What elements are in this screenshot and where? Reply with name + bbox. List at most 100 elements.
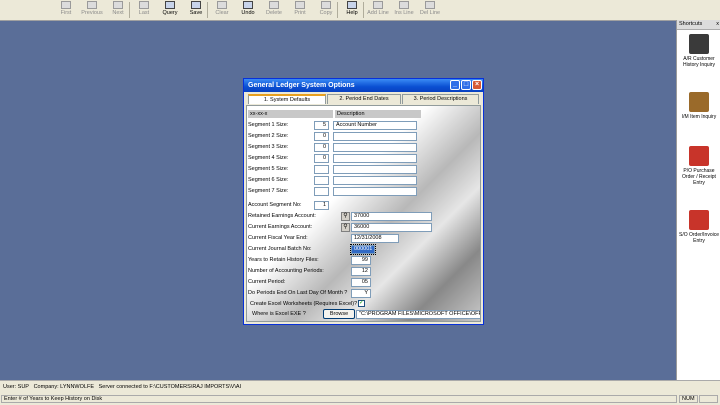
accounting-periods-label: Number of Accounting Periods: <box>248 268 324 274</box>
toolbar-save-button[interactable]: Save <box>183 0 209 20</box>
years-history-input[interactable]: 99 <box>351 256 371 265</box>
segment-size-input[interactable]: 0 <box>314 154 329 163</box>
retained-earnings-lookup-icon[interactable]: ⚲ <box>341 212 350 221</box>
browse-button[interactable]: Browse <box>323 309 355 319</box>
toolbar-print-button[interactable]: Print <box>287 0 313 20</box>
help-icon <box>347 1 357 9</box>
segment-size-input[interactable] <box>314 187 329 196</box>
dialog-tabs: 1. System Defaults 2. Period End Dates 3… <box>248 94 480 104</box>
segment-description-input[interactable] <box>333 154 417 163</box>
excel-exe-label: Where is Excel EXE ? <box>252 311 306 317</box>
toolbar-button-label: Previous <box>81 10 103 16</box>
first-record-icon <box>61 1 71 9</box>
toolbar-copy-button[interactable]: Copy <box>313 0 339 20</box>
tab-period-end-dates[interactable]: 2. Period End Dates <box>327 94 401 104</box>
segment-size-input[interactable]: 0 <box>314 143 329 152</box>
segment-description-input[interactable] <box>333 143 417 152</box>
dialog-title-bar[interactable]: General Ledger System Options _ □ × <box>244 79 483 92</box>
toolbar: First Previous Next Last Query Save Clear Undo D… <box>0 0 720 21</box>
current-earnings-input[interactable]: 36000 <box>351 223 432 232</box>
segment-mask-header: xx-xx-x <box>248 110 333 118</box>
toolbar-button-label: Del Line <box>419 10 441 16</box>
segment-description-input[interactable] <box>333 187 417 196</box>
dialog-title: General Ledger System Options <box>248 82 355 89</box>
close-icon[interactable]: × <box>472 80 482 90</box>
toolbar-button-label: Ins Line <box>394 10 414 16</box>
status-empty <box>699 395 718 403</box>
toolbar-separator <box>337 2 338 18</box>
delete-icon <box>269 1 279 9</box>
segment-description-input[interactable] <box>333 165 417 174</box>
next-record-icon <box>113 1 123 9</box>
gl-options-dialog: General Ledger System Options _ □ × 1. S… <box>243 78 484 325</box>
current-period-input[interactable]: 05 <box>351 278 371 287</box>
shortcut-item[interactable]: A/R Customer History Inquiry <box>677 34 720 68</box>
save-icon <box>191 1 201 9</box>
excel-checkbox[interactable]: ✓ <box>358 300 365 307</box>
previous-record-icon <box>87 1 97 9</box>
toolbar-undo-button[interactable]: Undo <box>235 0 261 20</box>
copy-icon <box>321 1 331 9</box>
close-icon[interactable]: x <box>716 20 719 29</box>
toolbar-separator <box>363 2 364 18</box>
toolbar-previous-button[interactable]: Previous <box>79 0 105 20</box>
toolbar-add-line-button[interactable]: Add Line <box>365 0 391 20</box>
toolbar-first-button[interactable]: First <box>53 0 79 20</box>
toolbar-button-label: Next <box>112 10 124 16</box>
segment-size-input[interactable] <box>314 176 329 185</box>
fiscal-year-end-label: Current Fiscal Year End: <box>248 235 308 241</box>
shortcut-item[interactable]: S/O Order/Invoice Entry <box>677 210 720 244</box>
toolbar-del-line-button[interactable]: Del Line <box>417 0 443 20</box>
shortcut-item[interactable]: P/O Purchase Order / Receipt Entry <box>677 146 720 186</box>
toolbar-button-label: Clear <box>215 10 229 16</box>
excel-path-input[interactable]: "C:\PROGRAM FILES\MICROSOFT OFFICE\OFFIC… <box>356 310 480 319</box>
segment-description-input[interactable] <box>333 176 417 185</box>
toolbar-button-label: Help <box>346 10 358 16</box>
segment-size-input[interactable]: 0 <box>314 132 329 141</box>
current-period-label: Current Period: <box>248 279 286 285</box>
status-bar: User: SUP Company: LYNNWOLFE Server conn… <box>0 380 720 405</box>
shortcut-label: A/R Customer History Inquiry <box>683 56 715 68</box>
toolbar-help-button[interactable]: Help <box>339 0 365 20</box>
tab-period-descriptions[interactable]: 3. Period Descriptions <box>402 94 479 104</box>
periods-end-label: Do Periods End On Last Day Of Month ? <box>248 290 348 296</box>
purchase-order-icon <box>689 146 709 166</box>
tab-system-defaults[interactable]: 1. System Defaults <box>248 94 326 104</box>
add-line-icon <box>373 1 383 9</box>
toolbar-query-button[interactable]: Query <box>157 0 183 20</box>
minimize-icon[interactable]: _ <box>450 80 460 90</box>
segment-description-input[interactable] <box>333 132 417 141</box>
periods-end-input[interactable]: Y <box>351 289 371 298</box>
customer-history-icon <box>689 34 709 54</box>
retained-earnings-input[interactable]: 37000 <box>351 212 432 221</box>
undo-icon <box>243 1 253 9</box>
shortcut-label: I/M Item Inquiry <box>681 114 717 120</box>
segment-size-input[interactable]: 5 <box>314 121 329 130</box>
journal-batch-input[interactable]: 000001 <box>350 244 376 255</box>
maximize-icon[interactable]: □ <box>461 80 471 90</box>
print-icon <box>295 1 305 9</box>
account-segment-input[interactable]: 1 <box>314 201 329 210</box>
status-connection-line: User: SUP Company: LYNNWOLFE Server conn… <box>3 382 241 392</box>
toolbar-clear-button[interactable]: Clear <box>209 0 235 20</box>
shortcut-label: P/O Purchase Order / Receipt Entry <box>682 168 716 186</box>
toolbar-last-button[interactable]: Last <box>131 0 157 20</box>
fiscal-year-end-input[interactable]: 12/31/2008 <box>351 234 399 243</box>
segment-size-label: Segment 7 Size: <box>248 188 289 194</box>
toolbar-next-button[interactable]: Next <box>105 0 131 20</box>
shortcuts-header: Shortcuts x <box>677 20 720 30</box>
years-history-label: Years to Retain History Files: <box>248 257 319 263</box>
toolbar-delete-button[interactable]: Delete <box>261 0 287 20</box>
current-earnings-lookup-icon[interactable]: ⚲ <box>341 223 350 232</box>
toolbar-separator <box>207 2 208 18</box>
system-defaults-panel: xx-xx-x Description Segment 1 Size: 5 Acco… <box>246 105 481 322</box>
segment-size-label: Segment 1 Size: <box>248 122 289 128</box>
toolbar-button-label: Add Line <box>367 10 389 16</box>
segment-description-input[interactable]: Account Number <box>333 121 417 130</box>
segment-size-input[interactable] <box>314 165 329 174</box>
toolbar-ins-line-button[interactable]: Ins Line <box>391 0 417 20</box>
status-server: Server connected to F:\CUSTOMERS\RAJ IMP… <box>98 384 242 390</box>
shortcut-item[interactable]: I/M Item Inquiry <box>677 92 720 120</box>
accounting-periods-input[interactable]: 12 <box>351 267 371 276</box>
toolbar-button-label: Copy <box>319 10 333 16</box>
